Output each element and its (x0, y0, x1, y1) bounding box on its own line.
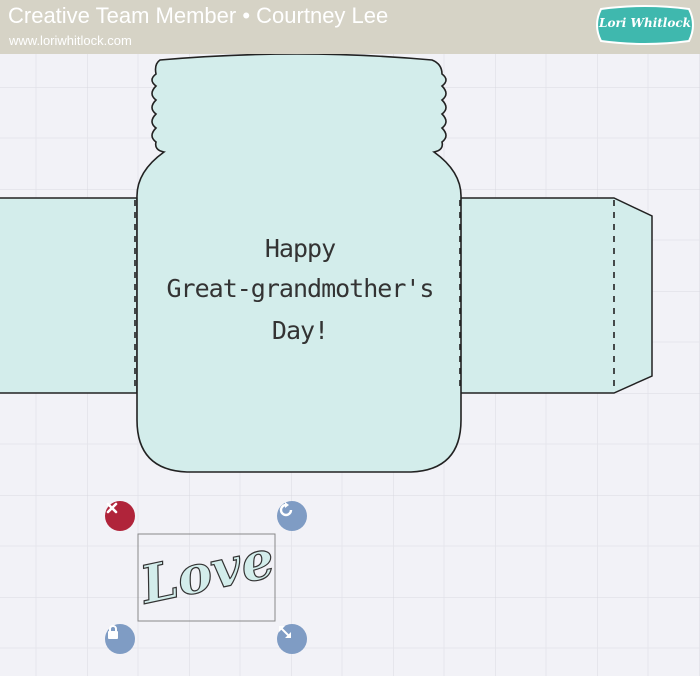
canvas-grid (0, 54, 700, 676)
card-text-line2: Great-grandmother's (166, 274, 435, 303)
lock-button[interactable] (105, 624, 135, 654)
mason-jar-shape (136, 54, 462, 473)
right-strap (459, 197, 653, 394)
lock-icon (108, 625, 118, 639)
header-url: www.loriwhitlock.com (9, 33, 132, 48)
delete-button[interactable] (105, 501, 135, 531)
header-title: Creative Team Member • Courtney Lee (8, 3, 389, 28)
design-canvas[interactable]: Happy Great-grandmother's Day! Love (0, 54, 700, 676)
card-text-line1: Happy (264, 234, 336, 263)
x-icon (106, 502, 118, 514)
left-strap (0, 197, 138, 394)
resize-button[interactable] (277, 624, 307, 654)
logo-text: Lori Whitlock (599, 16, 691, 30)
rotate-icon (279, 502, 293, 517)
rotate-button[interactable] (277, 501, 307, 531)
header-banner: Creative Team Member • Courtney Lee www.… (0, 0, 700, 54)
card-text-line3: Day! (271, 316, 329, 345)
resize-icon (279, 626, 291, 638)
